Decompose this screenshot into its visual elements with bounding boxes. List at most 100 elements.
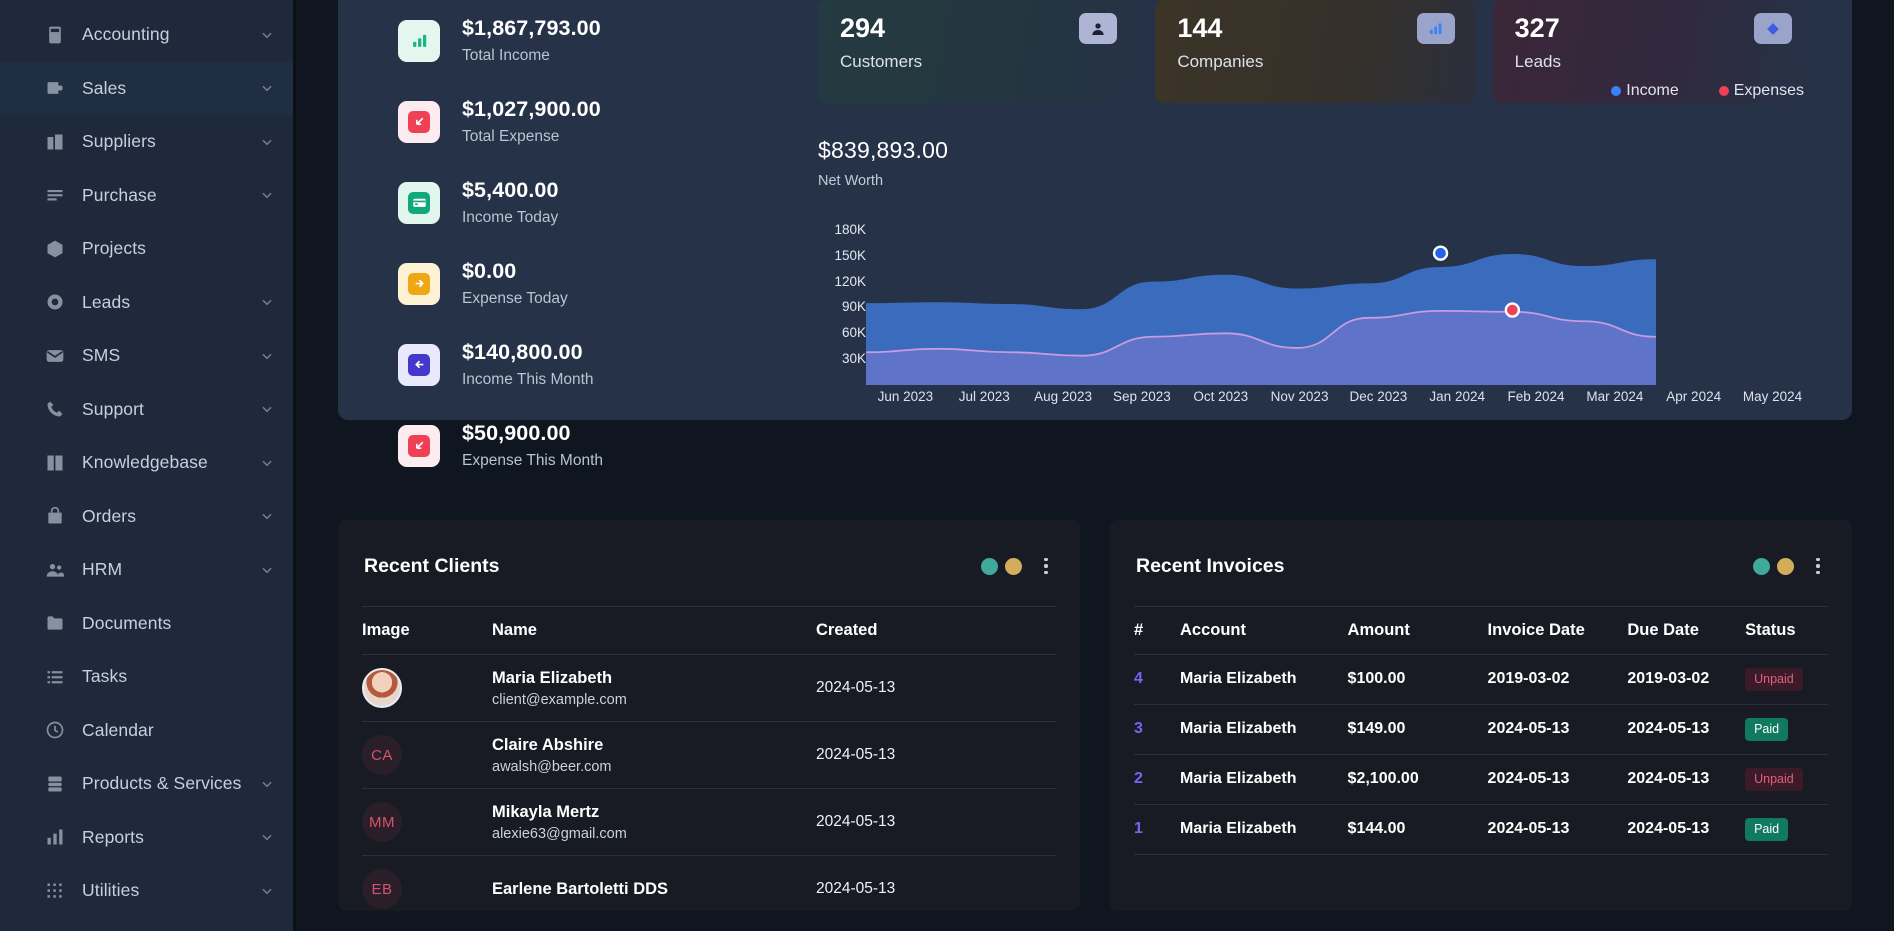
chart-canvas xyxy=(866,245,1656,385)
sidebar-item-suppliers[interactable]: Suppliers xyxy=(0,115,296,169)
table-row[interactable]: 4 Maria Elizabeth $100.00 2019-03-02 2019-03… xyxy=(1134,654,1828,705)
table-row[interactable]: EB Earlene Bartoletti DDS 2024-05-13 xyxy=(362,855,1056,911)
bottom-panels: Recent Clients Image Name Created Maria El… xyxy=(338,520,1852,911)
table-header-row: Image Name Created xyxy=(362,606,1056,655)
sidebar-item-documents[interactable]: Documents xyxy=(0,597,296,651)
avatar: CA xyxy=(362,735,402,775)
net-worth-chart[interactable]: 180K 150K 120K 90K 60K 30K Jun 2023 Jul 2023 Au… xyxy=(808,217,1812,417)
sidebar-item-orders[interactable]: Orders xyxy=(0,490,296,544)
sidebar-item-accounting[interactable]: Accounting xyxy=(0,8,296,62)
kpi-card-customers[interactable]: 294 Customers xyxy=(818,0,1138,103)
column-header--[interactable]: # xyxy=(1134,606,1180,655)
x-tick-label: Jan 2024 xyxy=(1429,389,1485,404)
overview-card: $1,867,793.00 Total Income $1,027,900.00 To… xyxy=(338,0,1852,469)
gold-pill-icon[interactable] xyxy=(1005,557,1022,575)
sidebar-item-label: Orders xyxy=(82,505,137,526)
more-options-icon[interactable] xyxy=(1810,557,1826,575)
stat-label: Expense Today xyxy=(462,289,568,307)
kpi-card-companies[interactable]: 144 Companies xyxy=(1155,0,1475,103)
chevron-down-icon[interactable] xyxy=(260,28,274,42)
chevron-down-icon[interactable] xyxy=(260,349,274,363)
main-content: $1,867,793.00 Total Income $1,027,900.00 To… xyxy=(296,0,1894,931)
invoice-number-cell: 3 xyxy=(1134,704,1180,755)
overview-right-column: 294 Customers 144 Companies 327 Leads $839,89… xyxy=(808,0,1852,420)
invoice-amount-cell: $2,100.00 xyxy=(1347,754,1488,805)
chart-marker[interactable] xyxy=(1432,245,1449,261)
column-header-invoice-date[interactable]: Invoice Date xyxy=(1487,606,1628,655)
y-tick-label: 30K xyxy=(841,351,866,367)
column-header-image[interactable]: Image xyxy=(362,606,492,655)
table-row[interactable]: 3 Maria Elizabeth $149.00 2024-05-13 2024-05… xyxy=(1134,704,1828,755)
column-header-account[interactable]: Account xyxy=(1180,606,1348,655)
invoice-account-cell: Maria Elizabeth xyxy=(1180,704,1348,755)
more-options-icon[interactable] xyxy=(1038,557,1054,575)
sidebar-item-support[interactable]: Support xyxy=(0,383,296,437)
gold-pill-icon[interactable] xyxy=(1777,557,1794,575)
table-row[interactable]: CA Claire Abshire awalsh@beer.com 2024-05-1… xyxy=(362,721,1056,789)
x-tick-label: Feb 2024 xyxy=(1507,389,1565,404)
sidebar-item-products-services[interactable]: Products & Services xyxy=(0,757,296,811)
recent-clients-panel: Recent Clients Image Name Created Maria El… xyxy=(338,520,1080,911)
chevron-down-icon[interactable] xyxy=(260,135,274,149)
sidebar-item-tasks[interactable]: Tasks xyxy=(0,650,296,704)
invoice-amount-cell: $144.00 xyxy=(1347,804,1488,855)
arrow-left-icon xyxy=(398,343,440,386)
column-header-amount[interactable]: Amount xyxy=(1347,606,1488,655)
invoice-status-cell: Unpaid xyxy=(1745,654,1828,705)
table-row[interactable]: 2 Maria Elizabeth $2,100.00 2024-05-13 2024-… xyxy=(1134,754,1828,805)
kpi-label: Customers xyxy=(840,51,923,71)
x-tick-label: Sep 2023 xyxy=(1112,389,1171,404)
chevron-down-icon[interactable] xyxy=(260,509,274,523)
chevron-down-icon[interactable] xyxy=(260,456,274,470)
arrow-down-icon xyxy=(398,424,440,467)
client-email: awalsh@beer.com xyxy=(492,758,612,775)
y-tick-label: 60K xyxy=(841,325,866,341)
chevron-down-icon[interactable] xyxy=(260,563,274,577)
column-header-status[interactable]: Status xyxy=(1745,606,1828,655)
chevron-down-icon[interactable] xyxy=(260,295,274,309)
sidebar-item-reports[interactable]: Reports xyxy=(0,811,296,865)
target-icon xyxy=(44,291,66,313)
legend-item-expenses[interactable]: Expenses xyxy=(1718,82,1804,100)
list-icon xyxy=(44,184,66,206)
x-tick-label: Aug 2023 xyxy=(1034,389,1092,404)
sidebar-item-projects[interactable]: Projects xyxy=(0,222,296,276)
teal-pill-icon[interactable] xyxy=(1753,557,1770,575)
legend-dot-income xyxy=(1611,86,1622,96)
table-row[interactable]: 1 Maria Elizabeth $144.00 2024-05-13 2024-05… xyxy=(1134,804,1828,855)
client-created-cell: 2024-05-13 xyxy=(816,654,1056,722)
stat-label: Total Income xyxy=(462,46,550,64)
column-header-created[interactable]: Created xyxy=(816,606,1056,655)
chevron-down-icon[interactable] xyxy=(260,884,274,898)
stat-label: Expense This Month xyxy=(462,451,604,469)
sidebar-item-knowledgebase[interactable]: Knowledgebase xyxy=(0,436,296,490)
legend-item-income[interactable]: Income xyxy=(1611,82,1679,100)
sidebar-item-hrm[interactable]: HRM xyxy=(0,543,296,597)
chevron-down-icon[interactable] xyxy=(260,830,274,844)
chart-marker[interactable] xyxy=(1504,302,1521,318)
chevron-down-icon[interactable] xyxy=(260,777,274,791)
status-badge: Unpaid xyxy=(1745,668,1803,691)
chevron-down-icon[interactable] xyxy=(260,188,274,202)
sidebar-item-sales[interactable]: Sales xyxy=(0,61,296,115)
chevron-down-icon[interactable] xyxy=(260,402,274,416)
sidebar-item-sms[interactable]: SMS xyxy=(0,329,296,383)
column-header-name[interactable]: Name xyxy=(492,606,816,655)
sidebar-item-leads[interactable]: Leads xyxy=(0,276,296,330)
bar-chart-icon xyxy=(44,826,66,848)
person-icon xyxy=(1079,13,1118,44)
sidebar-item-label: Tasks xyxy=(82,666,128,687)
sidebar-item-label: Accounting xyxy=(82,24,170,45)
sidebar-item-purchase[interactable]: Purchase xyxy=(0,169,296,223)
chevron-down-icon[interactable] xyxy=(260,81,274,95)
folder-icon xyxy=(44,612,66,634)
client-created: 2024-05-13 xyxy=(816,880,896,897)
y-tick-label: 90K xyxy=(841,299,866,315)
sidebar-item-calendar[interactable]: Calendar xyxy=(0,704,296,758)
clock-icon xyxy=(44,719,66,741)
table-row[interactable]: MM Mikayla Mertz alexie63@gmail.com 2024-05… xyxy=(362,788,1056,856)
table-row[interactable]: Maria Elizabeth client@example.com 2024-05… xyxy=(362,654,1056,722)
column-header-due-date[interactable]: Due Date xyxy=(1627,606,1746,655)
teal-pill-icon[interactable] xyxy=(981,557,998,575)
sidebar-item-utilities[interactable]: Utilities xyxy=(0,864,296,918)
